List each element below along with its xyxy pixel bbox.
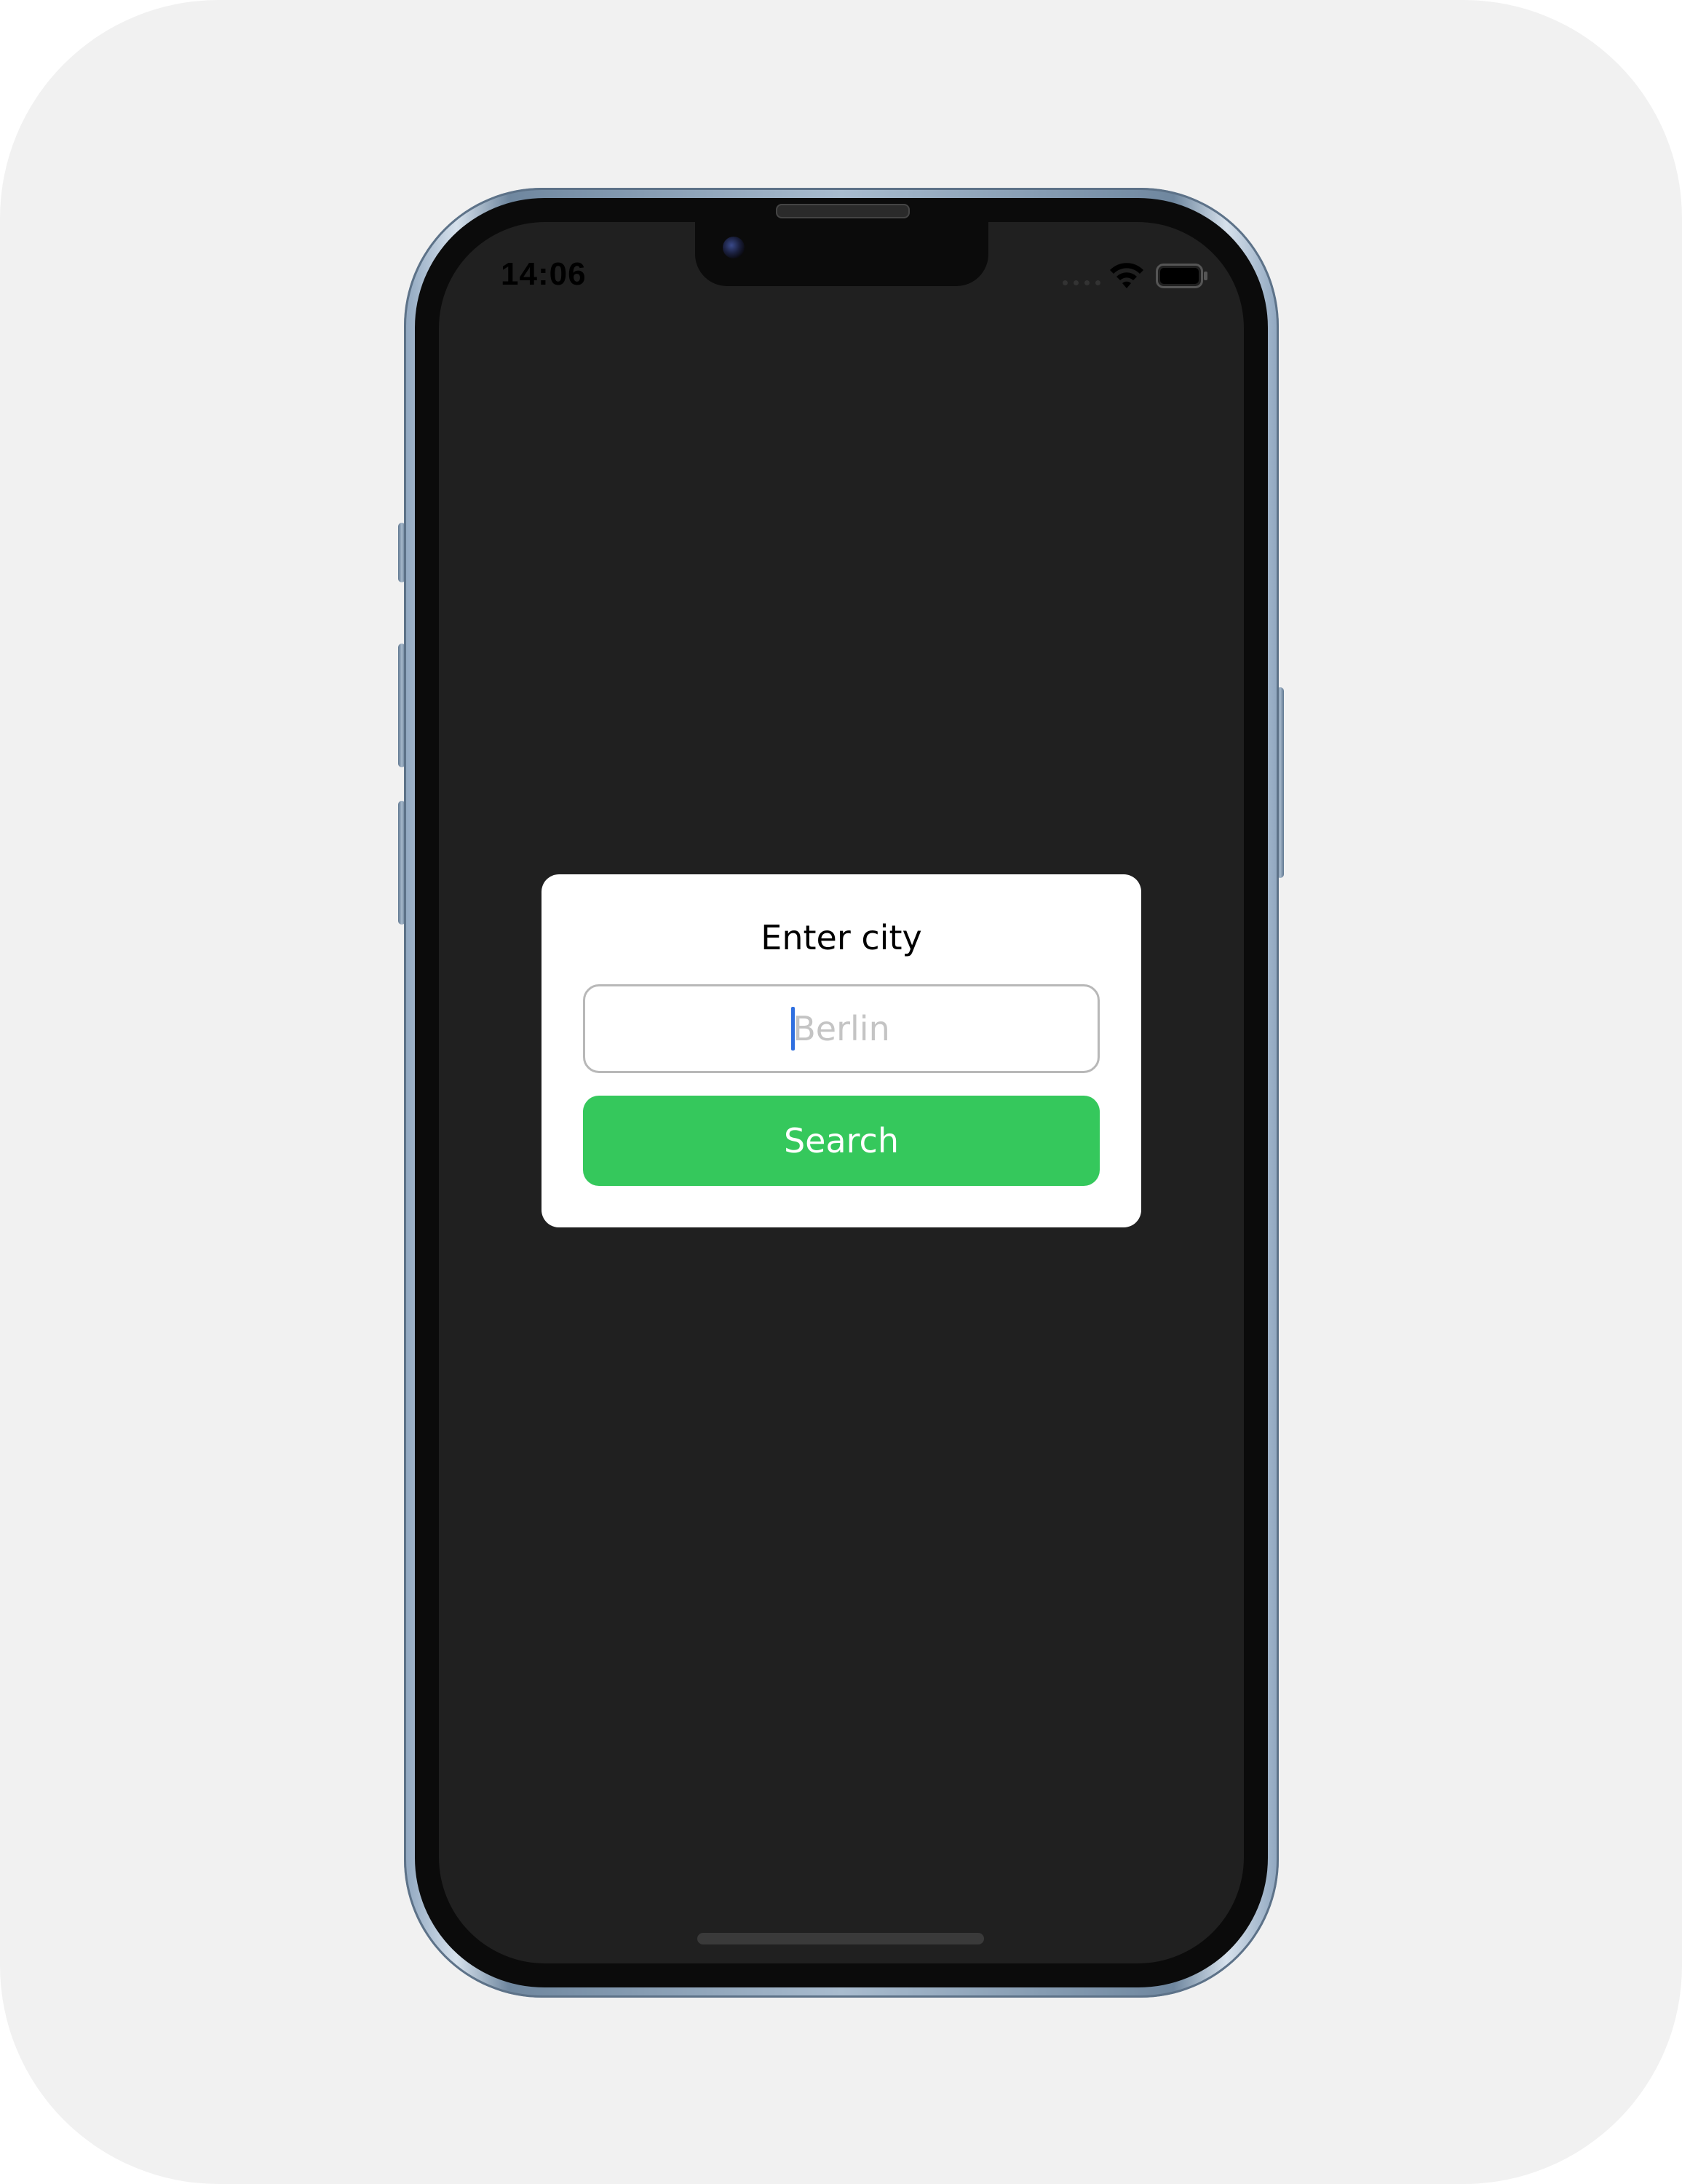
home-indicator[interactable] bbox=[697, 1933, 984, 1944]
front-camera-icon bbox=[723, 237, 745, 258]
dialog-title: Enter city bbox=[761, 918, 922, 957]
city-search-dialog: Enter city Search bbox=[542, 874, 1141, 1227]
wifi-icon bbox=[1110, 263, 1143, 288]
status-time: 14:06 bbox=[501, 256, 587, 292]
search-button[interactable]: Search bbox=[583, 1096, 1100, 1186]
text-caret bbox=[791, 1007, 795, 1051]
battery-icon bbox=[1156, 264, 1207, 288]
city-input[interactable] bbox=[583, 984, 1100, 1073]
cellular-signal-icon bbox=[1063, 280, 1100, 285]
earpiece-speaker bbox=[776, 204, 910, 218]
